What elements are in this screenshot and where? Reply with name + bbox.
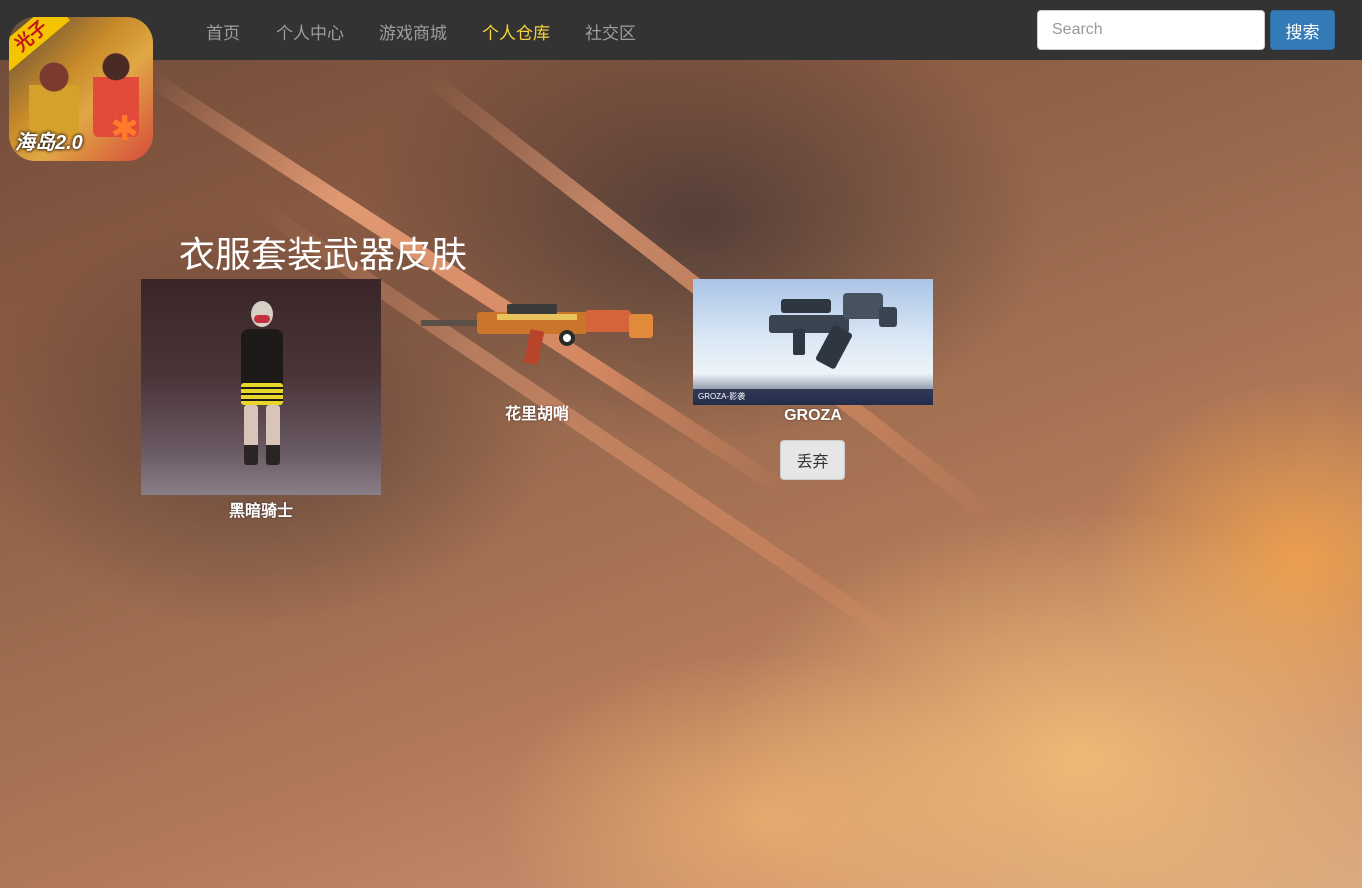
warehouse-item-groza[interactable]: GROZA-影袭 GROZA 丢弃 [693, 279, 933, 484]
game-logo[interactable]: 光子 海岛2.0 ✱ [9, 17, 153, 161]
rifle-skin-image[interactable] [417, 290, 657, 380]
groza-image[interactable]: GROZA-影袭 [693, 279, 933, 405]
nav-item-warehouse[interactable]: 个人仓库 [482, 19, 550, 44]
search-input[interactable] [1037, 10, 1265, 50]
groza-image-caption: GROZA-影袭 [693, 389, 933, 405]
outfit-figure-shorts [241, 383, 283, 405]
logo-subtitle: 海岛2.0 [15, 132, 83, 154]
item-name: 花里胡哨 [504, 406, 569, 423]
item-name: GROZA [784, 407, 842, 424]
nav-item-profile[interactable]: 个人中心 [276, 19, 344, 44]
logo-character-left [29, 57, 79, 137]
top-navbar: 首页 个人中心 游戏商城 个人仓库 社交区 搜索 [0, 0, 1362, 60]
outfit-figure-mask [254, 315, 270, 323]
warehouse-item-outfit[interactable]: 黑暗骑士 [141, 279, 381, 520]
nav-item-home[interactable]: 首页 [206, 19, 240, 44]
nav-item-store[interactable]: 游戏商城 [379, 19, 447, 44]
warehouse-item-rifle[interactable]: 花里胡哨 [417, 290, 657, 430]
discard-button[interactable]: 丢弃 [780, 440, 845, 480]
groza-rifle-icon [769, 293, 897, 369]
outfit-figure-leg [266, 405, 280, 465]
outfit-figure-torso [241, 329, 283, 387]
nav-item-social[interactable]: 社交区 [585, 19, 636, 44]
page-title: 衣服套装武器皮肤 [179, 234, 468, 275]
outfit-figure-head [251, 301, 273, 327]
outfit-image[interactable] [141, 279, 381, 495]
outfit-figure-leg [244, 405, 258, 465]
logo-star-icon: ✱ [110, 110, 140, 148]
search-button[interactable]: 搜索 [1270, 10, 1335, 50]
item-name: 黑暗骑士 [228, 503, 293, 520]
